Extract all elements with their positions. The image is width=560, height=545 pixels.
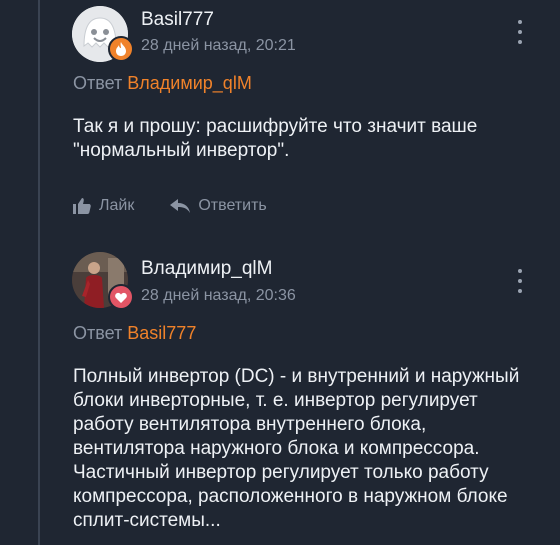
reply-prefix: Ответ: [73, 323, 123, 343]
reply-target-link[interactable]: Владимир_qlM: [127, 73, 252, 93]
thumbs-up-icon: [73, 198, 91, 214]
timestamp: 28 дней назад, 20:36: [141, 287, 296, 304]
reply-arrow-icon: [170, 199, 191, 213]
like-label: Лайк: [99, 197, 135, 214]
comment-text: Так я и прошу: расшифруйте что значит ва…: [73, 116, 478, 161]
reply-prefix: Ответ: [73, 73, 123, 93]
reply-to: Ответ Владимир_qlM: [73, 73, 252, 94]
heart-badge-icon: [108, 284, 134, 310]
username[interactable]: Владимир_qlM: [141, 258, 272, 280]
thread-line: [38, 0, 40, 545]
username[interactable]: Basil777: [141, 9, 214, 31]
more-options-icon[interactable]: [515, 269, 525, 293]
reply-target-link[interactable]: Basil777: [127, 323, 196, 343]
comment-text: Полный инвертор (DC) - и внутренний и на…: [73, 366, 520, 531]
reply-label: Ответить: [198, 197, 267, 214]
timestamp: 28 дней назад, 20:21: [141, 37, 296, 54]
reply-button[interactable]: Ответить: [170, 197, 267, 215]
comment-actions: Лайк Ответить: [73, 197, 303, 215]
reply-to: Ответ Basil777: [73, 323, 196, 344]
like-button[interactable]: Лайк: [73, 197, 134, 215]
more-options-icon[interactable]: [515, 20, 525, 44]
fire-badge-icon: [108, 36, 134, 62]
